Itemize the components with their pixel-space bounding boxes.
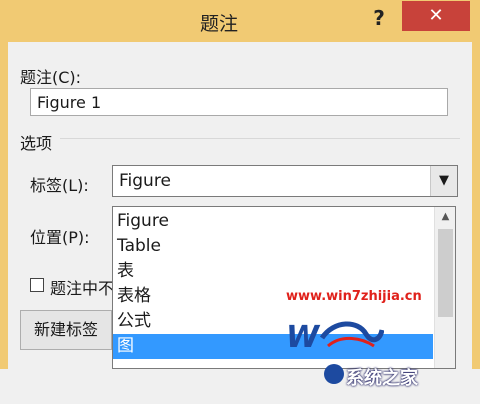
position-field-label: 位置(P): [30,228,90,247]
scroll-up-icon[interactable]: ▲ [435,207,455,227]
logo-swirl-icon [319,321,384,348]
dropdown-item-biao[interactable]: 表 [113,259,433,284]
section-divider [60,138,460,139]
window-frame-left [0,42,8,369]
title-bar: 题注 ? ✕ [0,0,480,42]
dropdown-item-table[interactable]: Table [113,234,433,259]
label-combobox[interactable]: Figure ▼ [112,165,458,197]
exclude-label-checkbox[interactable] [30,278,44,292]
caption-label: 题注(C): [20,68,82,87]
label-field-label: 标签(L): [30,176,89,195]
dropdown-item-figure[interactable]: Figure [113,209,433,234]
chevron-down-icon[interactable]: ▼ [430,166,457,196]
logo-w-glyph: W [286,320,319,355]
label-combobox-value: Figure [119,171,171,191]
dialog-body: 题注(C): Figure 1 选项 标签(L): Figure ▼ 位置(P)… [8,42,472,389]
exclude-label-text: 题注中不 [50,279,115,298]
watermark-url: www.win7zhijia.cn [286,289,422,304]
window-title: 题注 [200,13,239,35]
watermark-logo-text: 系统之家 [346,368,418,389]
options-section-title: 选项 [20,134,53,153]
watermark-logo: W 系统之家 [278,304,478,404]
logo-circle-icon [324,364,344,384]
caption-input[interactable]: Figure 1 [30,88,448,116]
help-button[interactable]: ? [364,5,394,33]
new-label-button[interactable]: 新建标签 [20,310,112,350]
close-button[interactable]: ✕ [402,1,470,31]
